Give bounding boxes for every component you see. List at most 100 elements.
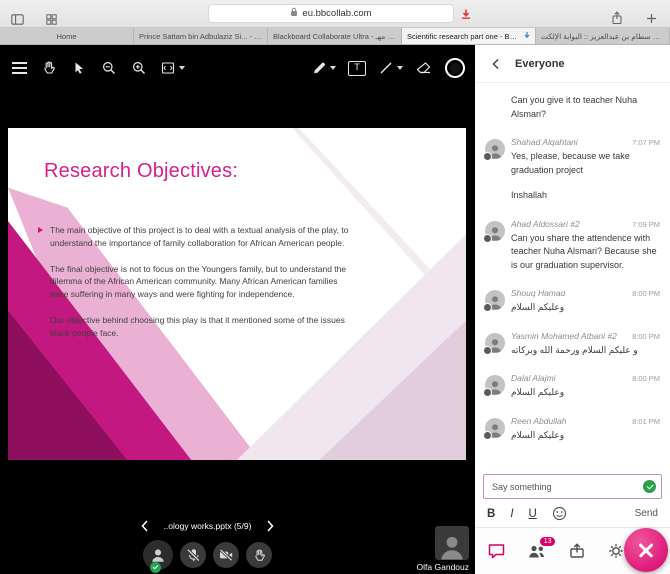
presenter-avatar bbox=[435, 526, 469, 560]
zoom-out-icon[interactable] bbox=[100, 57, 118, 79]
role-badge-icon bbox=[483, 303, 492, 312]
slide-bullet: Our objective behind choosing this play … bbox=[38, 314, 353, 340]
tab-psau-portal[interactable]: جامعة الأمير سطام بن عبدالعزيز :: البواب… bbox=[536, 28, 670, 44]
message-author: Dalal Alajmi bbox=[511, 373, 556, 383]
share-page-icon[interactable] bbox=[608, 7, 626, 29]
chat-message: Ahad Aldossari #2 7:09 PM Can you share … bbox=[485, 219, 660, 273]
bullet-arrow-icon bbox=[38, 227, 43, 233]
chat-channel-title: Everyone bbox=[515, 58, 565, 70]
slide-bullet: The main objective of this project is to… bbox=[38, 224, 353, 250]
message-time: 8:00 PM bbox=[632, 289, 660, 298]
chat-message: Dalal Alajmi 8:00 PM وعليكم السلام bbox=[485, 373, 660, 400]
url-text: eu.bbcollab.com bbox=[302, 8, 371, 19]
padlock-icon bbox=[290, 7, 298, 20]
file-indicator: ..ology works.pptx (5/9) bbox=[164, 521, 252, 531]
chat-message: Yasmin Mohamed Atbani #2 8:00 PM و عليكم… bbox=[485, 331, 660, 358]
role-badge-icon bbox=[483, 346, 492, 355]
presentation-slide[interactable]: Research Objectives: The main objective … bbox=[8, 128, 466, 460]
tab-strip: Home Prince Sattam bin Adbulaziz Si... -… bbox=[0, 28, 670, 45]
message-author: Shahad Alqahtani bbox=[511, 137, 578, 147]
sidebar-toggle-icon[interactable] bbox=[8, 8, 26, 30]
line-caret-icon bbox=[397, 66, 403, 70]
tab-psau-logout[interactable]: Prince Sattam bin Adbulaziz Si... - خروج… bbox=[134, 28, 268, 44]
select-pointer-icon[interactable] bbox=[70, 57, 88, 79]
role-badge-icon bbox=[483, 152, 492, 161]
session-menu-icon[interactable] bbox=[10, 57, 28, 79]
chat-message-list[interactable]: Can you give it to teacher Nuha Alsmari?… bbox=[475, 83, 670, 469]
slide-title: Research Objectives: bbox=[44, 160, 238, 183]
pen-tool-icon[interactable] bbox=[311, 57, 336, 79]
chat-message: Shahad Alqahtani 7:07 PM Yes, please, be… bbox=[485, 137, 660, 203]
browser-toolbar: eu.bbcollab.com bbox=[0, 0, 670, 28]
chat-message: Reen Abdullah 8:01 PM وعليكم السلام bbox=[485, 416, 660, 443]
presenter-tile: Olfa Gandouz bbox=[417, 526, 469, 572]
message-author: Reen Abdullah bbox=[511, 416, 566, 426]
pen-caret-icon bbox=[330, 66, 336, 70]
chat-tab-icon[interactable] bbox=[487, 542, 506, 560]
chat-message: Shouq Hamad 8:00 PM وعليكم السلام bbox=[485, 288, 660, 315]
message-time: 8:01 PM bbox=[632, 417, 660, 426]
pan-hand-icon[interactable] bbox=[40, 57, 58, 79]
message-time: 8:00 PM bbox=[632, 332, 660, 341]
tab-overview-icon[interactable] bbox=[42, 8, 60, 30]
emoji-icon[interactable] bbox=[552, 506, 567, 521]
presenter-name: Olfa Gandouz bbox=[417, 562, 469, 572]
raise-hand-button[interactable] bbox=[246, 542, 272, 568]
underline-button[interactable]: U bbox=[529, 508, 537, 520]
role-badge-icon bbox=[483, 431, 492, 440]
bold-button[interactable]: B bbox=[487, 508, 495, 520]
back-chevron-icon[interactable] bbox=[487, 53, 505, 75]
bullet-arrow-icon bbox=[38, 317, 43, 323]
zoom-in-icon[interactable] bbox=[130, 57, 148, 79]
settings-gear-icon[interactable] bbox=[607, 542, 625, 560]
next-slide-icon[interactable] bbox=[261, 515, 279, 537]
chat-message-input[interactable] bbox=[492, 482, 637, 492]
message-time: 7:09 PM bbox=[632, 220, 660, 229]
chat-message: Can you give it to teacher Nuha Alsmari? bbox=[485, 94, 660, 121]
input-status-icon bbox=[643, 480, 656, 493]
fit-page-caret-icon bbox=[179, 66, 185, 70]
tab-home[interactable]: Home bbox=[0, 28, 134, 44]
content-area: T Research Ob bbox=[0, 45, 670, 574]
slide-bullet: The final objective is not to focus on t… bbox=[38, 263, 353, 301]
share-content-tab-icon[interactable] bbox=[568, 542, 586, 560]
tab-download-icon bbox=[523, 31, 530, 42]
eraser-tool-icon[interactable] bbox=[415, 57, 433, 79]
message-author: Yasmin Mohamed Atbani #2 bbox=[511, 331, 617, 341]
message-author: Ahad Aldossari #2 bbox=[511, 219, 580, 229]
attendees-count-badge: 13 bbox=[540, 537, 555, 546]
previous-slide-icon[interactable] bbox=[136, 515, 154, 537]
role-badge-icon bbox=[483, 388, 492, 397]
media-controls: ..ology works.pptx (5/9) bbox=[0, 515, 415, 570]
chat-format-bar: B I U Send bbox=[475, 503, 670, 527]
chat-panel: Everyone Can you give it to teacher Nuha… bbox=[475, 45, 670, 574]
new-tab-icon[interactable] bbox=[642, 7, 660, 29]
status-check-icon bbox=[150, 562, 161, 573]
session-stage: T Research Ob bbox=[0, 45, 475, 574]
whiteboard-toolbar: T bbox=[0, 45, 475, 91]
role-badge-icon bbox=[483, 234, 492, 243]
line-tool-icon[interactable] bbox=[378, 57, 403, 79]
message-time: 8:00 PM bbox=[632, 374, 660, 383]
fit-page-icon[interactable] bbox=[160, 57, 185, 79]
tab-collaborate[interactable]: Blackboard Collaborate Ultra - عملي - مه… bbox=[268, 28, 402, 44]
chat-input-area bbox=[475, 469, 670, 503]
download-indicator-icon[interactable] bbox=[460, 7, 472, 25]
close-panel-button[interactable] bbox=[624, 528, 668, 572]
message-time: 7:07 PM bbox=[632, 138, 660, 147]
my-status-avatar[interactable] bbox=[143, 540, 173, 570]
attendees-tab-icon[interactable]: 13 bbox=[527, 543, 547, 560]
microphone-muted-button[interactable] bbox=[180, 542, 206, 568]
message-author: Shouq Hamad bbox=[511, 288, 565, 298]
address-bar[interactable]: eu.bbcollab.com bbox=[208, 4, 454, 23]
camera-off-button[interactable] bbox=[213, 542, 239, 568]
bullet-arrow-icon bbox=[38, 266, 43, 272]
slide-bullets: The main objective of this project is to… bbox=[38, 224, 353, 352]
chat-header: Everyone bbox=[475, 45, 670, 83]
italic-button[interactable]: I bbox=[510, 508, 513, 520]
app-window: eu.bbcollab.com Home Prince Sattam bin A… bbox=[0, 0, 670, 574]
record-button[interactable] bbox=[445, 58, 465, 78]
text-tool-icon[interactable]: T bbox=[348, 61, 366, 76]
tab-scientific-research[interactable]: Scientific research part one - Bb Coll..… bbox=[402, 28, 536, 44]
send-button[interactable]: Send bbox=[635, 508, 658, 519]
